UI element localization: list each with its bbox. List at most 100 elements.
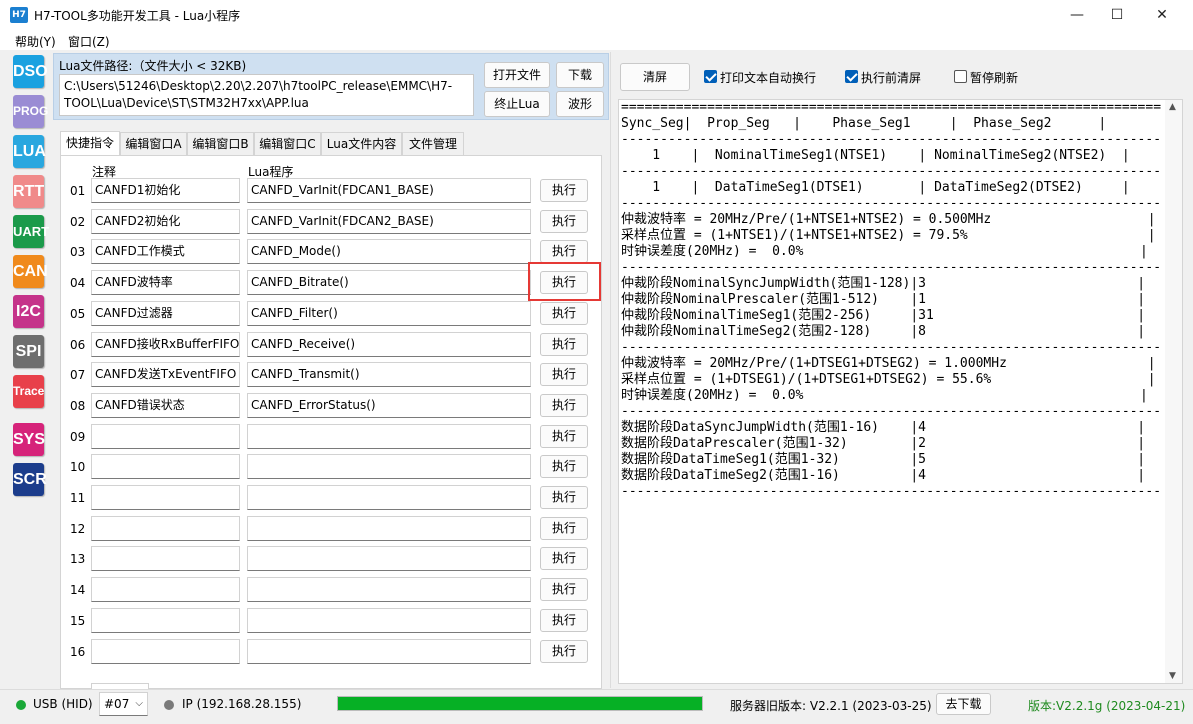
note-field[interactable]: [91, 485, 240, 510]
open-file-button[interactable]: 打开文件: [484, 62, 550, 88]
pane-divider[interactable]: [610, 52, 611, 688]
note-field[interactable]: CANFD1初始化: [91, 178, 240, 203]
version-text: 版本:V2.2.1g (2023-04-21): [1028, 699, 1186, 713]
row-number: 04: [70, 276, 86, 290]
sidebar-rtt-button[interactable]: RTT: [13, 175, 44, 208]
note-field[interactable]: CANFD发送TxEventFIFO: [91, 362, 240, 387]
sidebar-trace-button[interactable]: Trace: [13, 375, 44, 408]
go-download-button[interactable]: 去下载: [936, 693, 991, 715]
execute-button[interactable]: 执行: [540, 363, 588, 386]
lua-file-panel: Lua文件路径:（文件大小 < 32KB) C:\Users\51246\Des…: [53, 53, 609, 120]
execute-button[interactable]: 执行: [540, 240, 588, 263]
lua-path-field[interactable]: C:\Users\51246\Desktop\2.20\2.207\h7tool…: [59, 74, 474, 116]
lua-path-label: Lua文件路径:（文件大小 < 32KB): [59, 59, 247, 73]
quick-command-panel: 注释 Lua程序 01 CANFD1初始化 CANFD_VarInit(FDCAN1…: [60, 155, 602, 691]
program-field[interactable]: [247, 485, 531, 510]
execute-button[interactable]: 执行: [540, 547, 588, 570]
note-field[interactable]: [91, 516, 240, 541]
program-field[interactable]: CANFD_VarInit(FDCAN2_BASE): [247, 209, 531, 234]
device-select[interactable]: #07 ⌵: [99, 692, 148, 716]
program-field[interactable]: [247, 608, 531, 633]
note-field[interactable]: CANFD接收RxBufferFIFO: [91, 332, 240, 357]
note-field[interactable]: [91, 546, 240, 571]
execute-button[interactable]: 执行: [540, 333, 588, 356]
program-field[interactable]: CANFD_Filter(): [247, 301, 531, 326]
program-field[interactable]: CANFD_Receive(): [247, 332, 531, 357]
execute-button[interactable]: 执行: [540, 302, 588, 325]
program-field[interactable]: [247, 454, 531, 479]
note-field[interactable]: CANFD波特率: [91, 270, 240, 295]
tab-editor-b[interactable]: 编辑窗口B: [187, 132, 254, 155]
note-field[interactable]: CANFD过滤器: [91, 301, 240, 326]
sidebar-lua-button[interactable]: LUA: [13, 135, 46, 168]
program-field[interactable]: [247, 546, 531, 571]
note-field[interactable]: [91, 608, 240, 633]
menu-help[interactable]: 帮助(Y): [15, 33, 56, 50]
execute-button[interactable]: 执行: [540, 179, 588, 202]
close-button[interactable]: ✕: [1139, 0, 1185, 30]
title-bar: H7 H7-TOOL多功能开发工具 - Lua小程序 — ☐ ✕: [0, 0, 1193, 30]
clear-screen-button[interactable]: 清屏: [620, 63, 690, 91]
tab-editor-c[interactable]: 编辑窗口C: [254, 132, 321, 155]
program-field[interactable]: [247, 424, 531, 449]
program-field[interactable]: CANFD_Bitrate(): [247, 270, 531, 295]
chevron-down-icon: ⌵: [135, 698, 143, 709]
sidebar-can-button[interactable]: CAN: [13, 255, 48, 288]
sidebar-i2c-button[interactable]: I2C: [13, 295, 44, 328]
pause-refresh-label: 暂停刷新: [970, 71, 1019, 85]
execute-button[interactable]: 执行: [540, 394, 588, 417]
tab-file-manager[interactable]: 文件管理: [402, 132, 464, 155]
sidebar-sys-button[interactable]: SYS: [13, 423, 45, 456]
program-field[interactable]: [247, 577, 531, 602]
note-field[interactable]: [91, 424, 240, 449]
execute-button[interactable]: 执行: [540, 425, 588, 448]
wrap-checkbox[interactable]: [704, 70, 717, 83]
program-field[interactable]: [247, 639, 531, 664]
execute-button[interactable]: 执行: [540, 517, 588, 540]
note-field[interactable]: [91, 577, 240, 602]
ip-status-icon: [164, 700, 174, 710]
execute-button[interactable]: 执行: [540, 455, 588, 478]
program-field[interactable]: [247, 516, 531, 541]
row-number: 16: [70, 645, 86, 659]
execute-button[interactable]: 执行: [540, 640, 588, 663]
program-field[interactable]: CANFD_Mode(): [247, 239, 531, 264]
sidebar-scr-button[interactable]: SCR: [13, 463, 47, 496]
execute-button[interactable]: 执行: [540, 609, 588, 632]
waveform-button[interactable]: 波形: [556, 91, 604, 117]
note-field[interactable]: CANFD2初始化: [91, 209, 240, 234]
sidebar-spi-button[interactable]: SPI: [13, 335, 44, 368]
window-title: H7-TOOL多功能开发工具 - Lua小程序: [34, 9, 241, 23]
console-output[interactable]: ========================================…: [618, 99, 1183, 684]
row-number: 14: [70, 583, 86, 597]
console-scrollbar[interactable]: ▲ ▼: [1165, 100, 1182, 683]
row-number: 06: [70, 338, 86, 352]
scroll-up-icon[interactable]: ▲: [1169, 102, 1176, 112]
row-number: 03: [70, 245, 86, 259]
execute-button[interactable]: 执行: [540, 486, 588, 509]
row-number: 05: [70, 307, 86, 321]
sidebar-prog-button[interactable]: PROG: [13, 95, 48, 128]
note-field[interactable]: [91, 454, 240, 479]
maximize-button[interactable]: ☐: [1094, 0, 1140, 30]
tab-lua-file-content[interactable]: Lua文件内容: [321, 132, 402, 155]
clear-before-run-checkbox[interactable]: [845, 70, 858, 83]
sidebar-dso-button[interactable]: DSO: [13, 55, 48, 88]
scroll-down-icon[interactable]: ▼: [1169, 671, 1176, 681]
device-select-value: #07: [104, 697, 130, 711]
execute-button[interactable]: 执行: [540, 578, 588, 601]
pause-refresh-checkbox[interactable]: [954, 70, 967, 83]
note-field[interactable]: [91, 639, 240, 664]
menu-window[interactable]: 窗口(Z): [68, 33, 110, 50]
program-field[interactable]: CANFD_VarInit(FDCAN1_BASE): [247, 178, 531, 203]
stop-lua-button[interactable]: 终止Lua: [484, 91, 550, 117]
note-field[interactable]: CANFD错误状态: [91, 393, 240, 418]
tab-editor-a[interactable]: 编辑窗口A: [120, 132, 187, 155]
execute-button[interactable]: 执行: [540, 210, 588, 233]
tab-quick-commands[interactable]: 快捷指令: [60, 131, 120, 155]
sidebar-uart-button[interactable]: UART: [13, 215, 49, 248]
download-button[interactable]: 下载: [556, 62, 604, 88]
program-field[interactable]: CANFD_ErrorStatus(): [247, 393, 531, 418]
program-field[interactable]: CANFD_Transmit(): [247, 362, 531, 387]
note-field[interactable]: CANFD工作模式: [91, 239, 240, 264]
